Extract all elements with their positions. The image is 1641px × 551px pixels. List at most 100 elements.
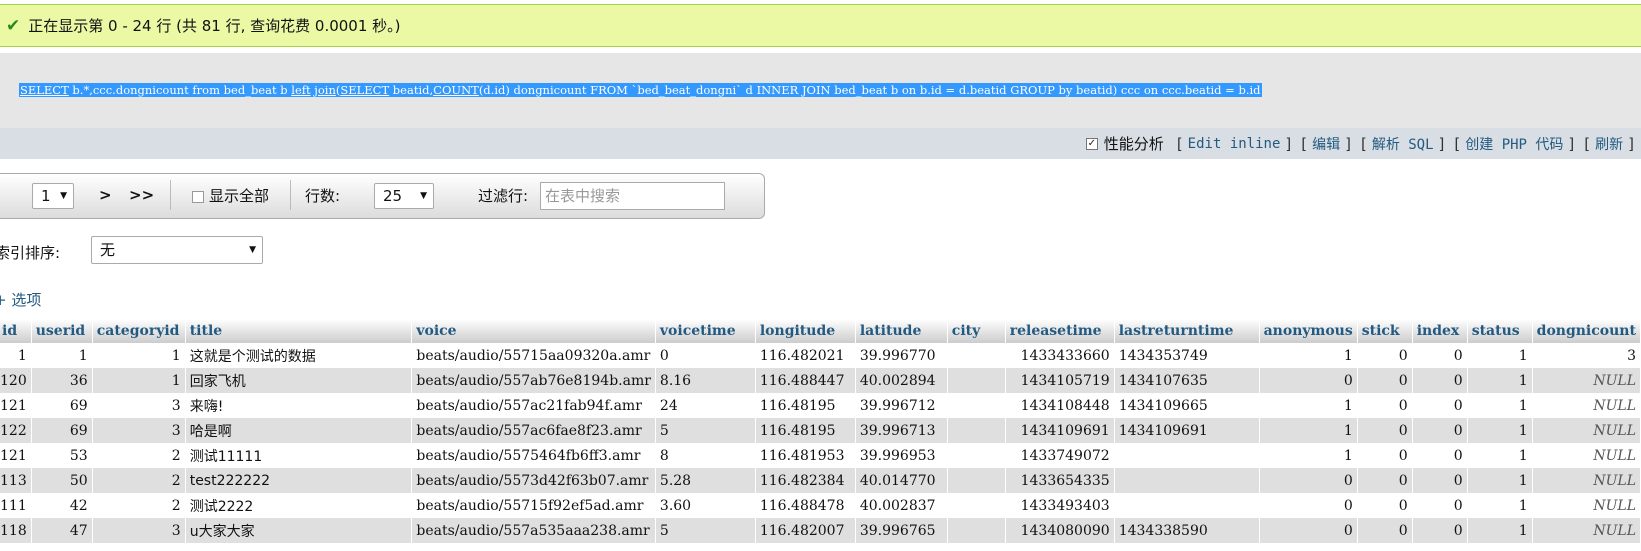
edit-inline-link[interactable]: Edit inline [1188,136,1281,152]
cell-status[interactable]: 1 [1467,468,1533,493]
cell-city[interactable] [947,368,1006,393]
table-row[interactable]: 118 47 3 u大家大家 beats/audio/557a535aaa238.amr… [0,518,1641,543]
column-header-status[interactable]: status [1467,319,1533,343]
cell-index[interactable]: 0 [1412,443,1468,468]
cell-id[interactable]: 111 [0,493,32,518]
cell-dongnicount[interactable]: NULL [1532,468,1641,493]
column-header-id[interactable]: id [0,319,32,343]
cell-releasetime[interactable]: 1434080090 [1005,518,1115,543]
cell-status[interactable]: 1 [1467,518,1533,543]
cell-releasetime[interactable]: 1433493403 [1005,493,1115,518]
cell-index[interactable]: 0 [1412,393,1468,418]
cell-voicetime[interactable]: 0 [655,343,756,368]
table-row[interactable]: 1 1 1 这就是个测试的数据 beats/audio/55715aa09320a.am… [0,343,1641,368]
cell-city[interactable] [947,443,1006,468]
cell-title[interactable]: test222222 [185,468,413,493]
cell-lastreturntime[interactable]: 1434107635 [1114,368,1260,393]
cell-stick[interactable]: 0 [1357,368,1413,393]
cell-title[interactable]: u大家大家 [185,518,413,543]
column-header-title[interactable]: title [185,319,413,343]
cell-stick[interactable]: 0 [1357,493,1413,518]
explain-sql-link[interactable]: 解析 SQL [1372,134,1434,154]
cell-dongnicount[interactable]: NULL [1532,443,1641,468]
cell-userid[interactable]: 42 [31,493,93,518]
cell-voice[interactable]: beats/audio/5573d42f63b07.amr [411,468,656,493]
cell-id[interactable]: 121 [0,443,32,468]
cell-categoryid[interactable]: 1 [92,368,186,393]
cell-latitude[interactable]: 39.996765 [855,518,948,543]
cell-stick[interactable]: 0 [1357,468,1413,493]
cell-anonymous[interactable]: 1 [1259,443,1358,468]
cell-title[interactable]: 来嗨! [185,393,413,418]
cell-lastreturntime[interactable]: 1434109691 [1114,418,1260,443]
cell-title[interactable]: 测试2222 [185,493,413,518]
cell-dongnicount[interactable]: NULL [1532,493,1641,518]
cell-dongnicount[interactable]: NULL [1532,418,1641,443]
cell-voice[interactable]: beats/audio/557ac6fae8f23.amr [411,418,656,443]
cell-stick[interactable]: 0 [1357,518,1413,543]
cell-index[interactable]: 0 [1412,468,1468,493]
cell-lastreturntime[interactable] [1114,468,1260,493]
cell-latitude[interactable]: 39.996770 [855,343,948,368]
table-row[interactable]: 113 50 2 test222222 beats/audio/5573d42f63b0… [0,468,1641,493]
table-row[interactable]: 121 53 2 测试11111 beats/audio/5575464fb6ff3.a… [0,443,1641,468]
cell-title[interactable]: 这就是个测试的数据 [185,343,413,368]
cell-anonymous[interactable]: 1 [1259,393,1358,418]
cell-latitude[interactable]: 40.002894 [855,368,948,393]
cell-dongnicount[interactable]: 3 [1532,343,1641,368]
cell-status[interactable]: 1 [1467,418,1533,443]
cell-stick[interactable]: 0 [1357,418,1413,443]
cell-releasetime[interactable]: 1434105719 [1005,368,1115,393]
table-row[interactable]: 121 69 3 来嗨! beats/audio/557ac21fab94f.amr 24… [0,393,1641,418]
cell-longitude[interactable]: 116.482007 [755,518,856,543]
cell-latitude[interactable]: 39.996712 [855,393,948,418]
cell-index[interactable]: 0 [1412,493,1468,518]
cell-releasetime[interactable]: 1433433660 [1005,343,1115,368]
cell-lastreturntime[interactable]: 1434353749 [1114,343,1260,368]
column-header-anonymous[interactable]: anonymous [1259,319,1358,343]
cell-longitude[interactable]: 116.481953 [755,443,856,468]
cell-userid[interactable]: 1 [31,343,93,368]
cell-lastreturntime[interactable] [1114,493,1260,518]
cell-index[interactable]: 0 [1412,343,1468,368]
cell-voicetime[interactable]: 8 [655,443,756,468]
cell-stick[interactable]: 0 [1357,443,1413,468]
cell-latitude[interactable]: 40.002837 [855,493,948,518]
next-page-button[interactable]: > [99,186,112,204]
sql-query-text[interactable]: SELECT b.*,ccc.dongnicount from bed_beat… [19,83,1262,97]
cell-voicetime[interactable]: 3.60 [655,493,756,518]
cell-releasetime[interactable]: 1433749072 [1005,443,1115,468]
cell-lastreturntime[interactable]: 1434338590 [1114,518,1260,543]
cell-voice[interactable]: beats/audio/5575464fb6ff3.amr [411,443,656,468]
table-row[interactable]: 122 69 3 哈是啊 beats/audio/557ac6fae8f23.amr 5 1… [0,418,1641,443]
column-header-stick[interactable]: stick [1357,319,1413,343]
column-header-dongnicount[interactable]: dongnicount [1532,319,1641,343]
cell-title[interactable]: 测试11111 [185,443,413,468]
column-header-city[interactable]: city [947,319,1006,343]
column-header-voicetime[interactable]: voicetime [655,319,756,343]
cell-userid[interactable]: 47 [31,518,93,543]
cell-status[interactable]: 1 [1467,443,1533,468]
profiling-checkbox[interactable]: ✓ [1085,137,1098,150]
cell-categoryid[interactable]: 3 [92,393,186,418]
cell-userid[interactable]: 36 [31,368,93,393]
cell-id[interactable]: 122 [0,418,32,443]
cell-status[interactable]: 1 [1467,343,1533,368]
column-header-latitude[interactable]: latitude [855,319,948,343]
cell-lastreturntime[interactable] [1114,443,1260,468]
cell-voicetime[interactable]: 24 [655,393,756,418]
cell-status[interactable]: 1 [1467,368,1533,393]
cell-index[interactable]: 0 [1412,368,1468,393]
cell-voice[interactable]: beats/audio/557a535aaa238.amr [411,518,656,543]
cell-categoryid[interactable]: 2 [92,493,186,518]
page-select[interactable]: 1 ▼ [32,183,74,209]
options-link[interactable]: + 选项 [0,289,41,310]
cell-voice[interactable]: beats/audio/557ab76e8194b.amr [411,368,656,393]
cell-dongnicount[interactable]: NULL [1532,393,1641,418]
cell-longitude[interactable]: 116.482021 [755,343,856,368]
cell-categoryid[interactable]: 3 [92,418,186,443]
cell-voicetime[interactable]: 5.28 [655,468,756,493]
cell-city[interactable] [947,468,1006,493]
cell-voice[interactable]: beats/audio/557ac21fab94f.amr [411,393,656,418]
cell-longitude[interactable]: 116.48195 [755,393,856,418]
